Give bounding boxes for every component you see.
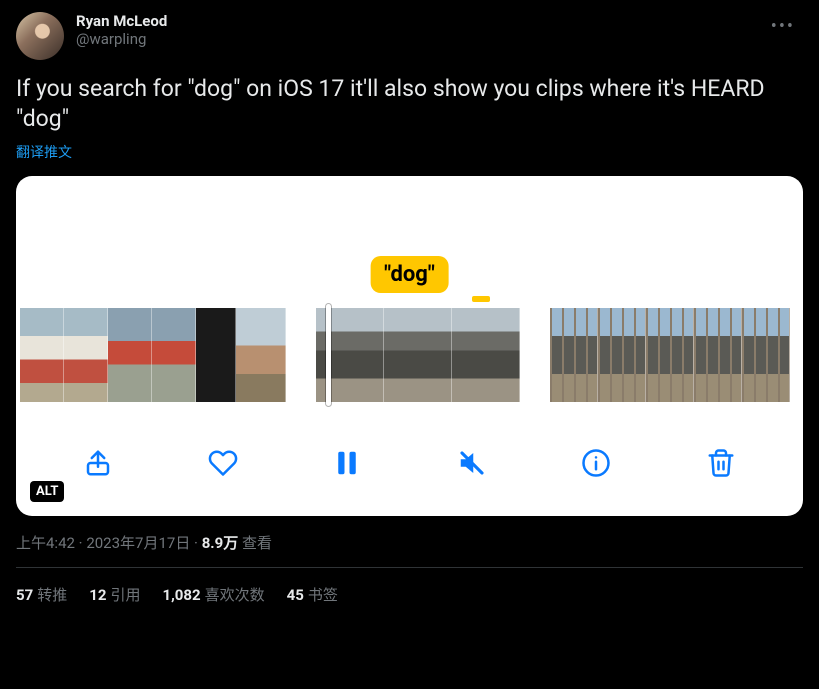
more-options-button[interactable]: •••: [763, 12, 803, 41]
quotes-count: 12: [89, 586, 106, 604]
bookmarks-count: 45: [287, 586, 304, 604]
bookmarks-stat[interactable]: 45书签: [287, 584, 338, 605]
clip-thumb: [20, 308, 64, 402]
more-icon: •••: [771, 16, 795, 37]
stats-row: 57转推 12引用 1,082 喜欢次数 45书签: [16, 568, 803, 605]
clip-thumb: [452, 308, 520, 402]
clip-thumb: [152, 308, 196, 402]
clip-thumb: [550, 308, 598, 402]
tweet-container: Ryan McLeod @warpling ••• If you search …: [0, 0, 819, 605]
clip-thumb: [646, 308, 694, 402]
heart-icon[interactable]: [208, 448, 238, 478]
share-icon[interactable]: [83, 448, 113, 478]
tweet-meta: 上午4:42 · 2023年7月17日 · 8.9万 查看: [16, 532, 803, 553]
search-tag: "dog": [370, 256, 449, 293]
alt-badge[interactable]: ALT: [30, 481, 64, 502]
author-block[interactable]: Ryan McLeod @warpling: [76, 12, 763, 48]
clip-thumb: [694, 308, 742, 402]
likes-stat[interactable]: 1,082 喜欢次数: [162, 584, 264, 605]
clip-thumb: [196, 308, 236, 402]
media-card[interactable]: "dog": [16, 176, 803, 516]
retweets-count: 57: [16, 586, 33, 604]
retweets-stat[interactable]: 57转推: [16, 584, 67, 605]
clip-thumb: [742, 308, 790, 402]
clip-group: [550, 308, 790, 402]
views-count: 8.9万: [202, 534, 239, 552]
clip-thumb: [236, 308, 286, 402]
clip-group: [316, 308, 520, 402]
clip-thumb: [384, 308, 452, 402]
info-icon[interactable]: [581, 448, 611, 478]
handle: @warpling: [76, 30, 763, 48]
display-name: Ryan McLeod: [76, 12, 763, 30]
tweet-header: Ryan McLeod @warpling •••: [16, 12, 803, 60]
avatar[interactable]: [16, 12, 64, 60]
bookmarks-label: 书签: [308, 586, 338, 604]
clip-thumb: [598, 308, 646, 402]
clip-group: [20, 308, 286, 402]
pause-icon[interactable]: [332, 448, 362, 478]
tweet-date[interactable]: 2023年7月17日: [86, 534, 190, 552]
likes-label: 喜欢次数: [205, 586, 265, 604]
quotes-label: 引用: [110, 586, 140, 604]
mute-icon[interactable]: [457, 448, 487, 478]
views-label: 查看: [242, 534, 272, 552]
tweet-time[interactable]: 上午4:42: [16, 534, 75, 552]
clip-thumb: [108, 308, 152, 402]
tweet-text: If you search for "dog" on iOS 17 it'll …: [16, 74, 803, 134]
translate-link[interactable]: 翻译推文: [16, 142, 803, 162]
media-controls: [16, 448, 803, 478]
trash-icon[interactable]: [706, 448, 736, 478]
quotes-stat[interactable]: 12引用: [89, 584, 140, 605]
playhead[interactable]: [326, 304, 331, 406]
video-timeline[interactable]: [16, 308, 803, 402]
retweets-label: 转推: [37, 586, 67, 604]
likes-count: 1,082: [162, 586, 200, 604]
tag-tick: [472, 296, 490, 302]
clip-thumb: [64, 308, 108, 402]
